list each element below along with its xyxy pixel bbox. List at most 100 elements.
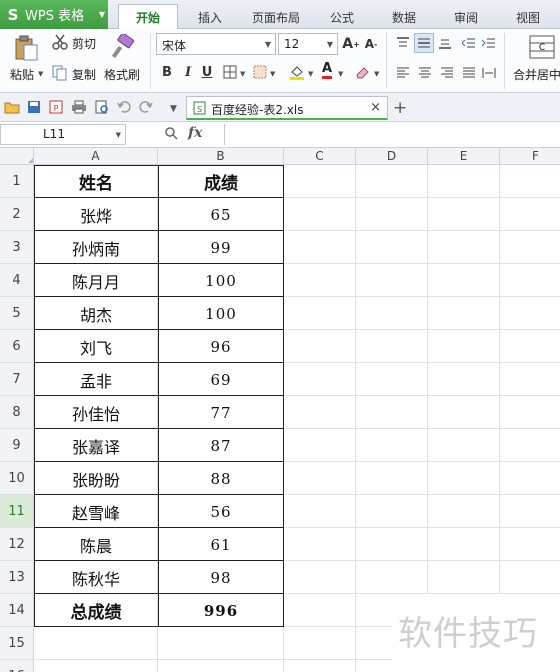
column-header-d[interactable]: D [356, 148, 428, 165]
cell-style-icon[interactable] [252, 64, 268, 80]
distributed-align-icon[interactable] [480, 65, 498, 81]
tab-formulas[interactable]: 公式 [318, 5, 366, 29]
select-all-corner[interactable] [0, 148, 34, 165]
total-cell-score[interactable]: 996 [158, 594, 284, 627]
table-cell-score[interactable]: 98 [158, 561, 284, 594]
row-header-1[interactable]: 1 [0, 165, 34, 198]
merge-center-label[interactable]: 合并居中 [513, 66, 560, 83]
column-header-e[interactable]: E [428, 148, 500, 165]
column-header-a[interactable]: A [34, 148, 158, 165]
merge-center-icon[interactable]: C [528, 34, 556, 60]
table-cell-name[interactable]: 赵雪峰 [34, 495, 158, 528]
row-header-16[interactable]: 16 [0, 660, 34, 672]
fill-color-dropdown-icon[interactable]: ▼ [308, 70, 313, 78]
decrease-indent-icon[interactable] [460, 35, 478, 51]
print-icon[interactable] [70, 99, 88, 115]
insert-function-icon[interactable]: fx [188, 125, 202, 141]
table-cell-name[interactable]: 胡杰 [34, 297, 158, 330]
tab-view[interactable]: 视图 [504, 5, 552, 29]
border-dropdown-icon[interactable]: ▼ [240, 70, 245, 78]
column-header-c[interactable]: C [284, 148, 356, 165]
zoom-formula-icon[interactable] [164, 126, 178, 140]
fill-color-icon[interactable] [288, 63, 306, 81]
print-preview-icon[interactable] [94, 99, 110, 115]
table-cell-name[interactable]: 张嘉译 [34, 429, 158, 462]
cell-style-dropdown-icon[interactable]: ▼ [270, 70, 275, 78]
underline-button[interactable]: U [198, 62, 216, 82]
table-cell-score[interactable]: 99 [158, 231, 284, 264]
table-cell-name[interactable]: 陈晨 [34, 528, 158, 561]
open-folder-icon[interactable] [4, 100, 20, 114]
row-header-8[interactable]: 8 [0, 396, 34, 429]
align-right-icon[interactable] [438, 65, 456, 81]
row-header-14[interactable]: 14 [0, 594, 34, 627]
wps-app-menu-button[interactable]: S WPS 表格 ▼ [0, 0, 108, 29]
table-cell-score[interactable]: 87 [158, 429, 284, 462]
format-painter-label[interactable]: 格式刷 [104, 66, 140, 83]
row-header-6[interactable]: 6 [0, 330, 34, 363]
table-cell-score[interactable]: 100 [158, 264, 284, 297]
tab-page-layout[interactable]: 页面布局 [244, 5, 308, 29]
table-cell-name[interactable]: 陈月月 [34, 264, 158, 297]
justify-icon[interactable] [460, 65, 478, 81]
name-box[interactable]: L11 ▼ [0, 124, 126, 145]
align-bottom-icon[interactable] [436, 35, 454, 51]
redo-icon[interactable] [138, 99, 154, 115]
table-cell-name[interactable]: 孙佳怡 [34, 396, 158, 429]
column-header-f[interactable]: F [500, 148, 560, 165]
table-cell-name[interactable]: 孟非 [34, 363, 158, 396]
scissors-icon[interactable] [52, 34, 68, 50]
copy-icon[interactable] [52, 65, 68, 81]
font-color-dropdown-icon[interactable]: ▼ [338, 70, 343, 78]
paste-label[interactable]: 粘贴 [10, 66, 34, 83]
table-cell-score[interactable]: 69 [158, 363, 284, 396]
table-cell-score[interactable]: 65 [158, 198, 284, 231]
bold-button[interactable]: B [158, 62, 176, 82]
increase-indent-icon[interactable] [480, 35, 498, 51]
row-header-2[interactable]: 2 [0, 198, 34, 231]
table-cell-score[interactable]: 77 [158, 396, 284, 429]
row-header-13[interactable]: 13 [0, 561, 34, 594]
total-cell-name[interactable]: 总成绩 [34, 594, 158, 627]
clear-format-icon[interactable] [354, 63, 372, 81]
row-header-3[interactable]: 3 [0, 231, 34, 264]
grow-font-button[interactable]: A + [342, 34, 360, 54]
table-cell-score[interactable]: 61 [158, 528, 284, 561]
table-cell-score[interactable]: 56 [158, 495, 284, 528]
save-icon[interactable] [26, 99, 42, 115]
undo-icon[interactable] [116, 99, 132, 115]
italic-button[interactable]: I [179, 62, 197, 82]
table-cell-name[interactable]: 陈秋华 [34, 561, 158, 594]
align-middle-icon[interactable] [414, 33, 434, 53]
shrink-font-button[interactable]: A- [362, 34, 380, 54]
row-header-11[interactable]: 11 [0, 495, 34, 528]
align-top-icon[interactable] [394, 35, 412, 51]
export-pdf-icon[interactable]: P [48, 99, 64, 115]
row-header-15[interactable]: 15 [0, 627, 34, 660]
header-cell-name[interactable]: 姓名 [34, 165, 158, 198]
row-header-7[interactable]: 7 [0, 363, 34, 396]
document-tab[interactable]: S 百度经验-表2.xls × [186, 96, 388, 120]
table-cell-score[interactable]: 88 [158, 462, 284, 495]
customize-toolbar-icon[interactable]: ▼ [170, 104, 177, 114]
row-header-10[interactable]: 10 [0, 462, 34, 495]
tab-home[interactable]: 开始 [118, 4, 178, 30]
new-tab-icon[interactable]: + [393, 98, 407, 118]
column-header-b[interactable]: B [158, 148, 284, 165]
border-icon[interactable] [222, 64, 238, 80]
row-header-5[interactable]: 5 [0, 297, 34, 330]
paste-dropdown-icon[interactable]: ▼ [38, 70, 43, 78]
copy-label[interactable]: 复制 [72, 66, 96, 83]
table-cell-score[interactable]: 100 [158, 297, 284, 330]
tab-data[interactable]: 数据 [380, 5, 428, 29]
align-center-icon[interactable] [416, 65, 434, 81]
font-color-button[interactable]: A [318, 60, 336, 80]
table-cell-name[interactable]: 张盼盼 [34, 462, 158, 495]
tab-insert[interactable]: 插入 [186, 5, 234, 29]
row-header-12[interactable]: 12 [0, 528, 34, 561]
table-cell-name[interactable]: 张烨 [34, 198, 158, 231]
font-size-select[interactable]: 12 ▼ [278, 33, 338, 55]
row-header-9[interactable]: 9 [0, 429, 34, 462]
header-cell-score[interactable]: 成绩 [158, 165, 284, 198]
table-cell-name[interactable]: 孙炳南 [34, 231, 158, 264]
